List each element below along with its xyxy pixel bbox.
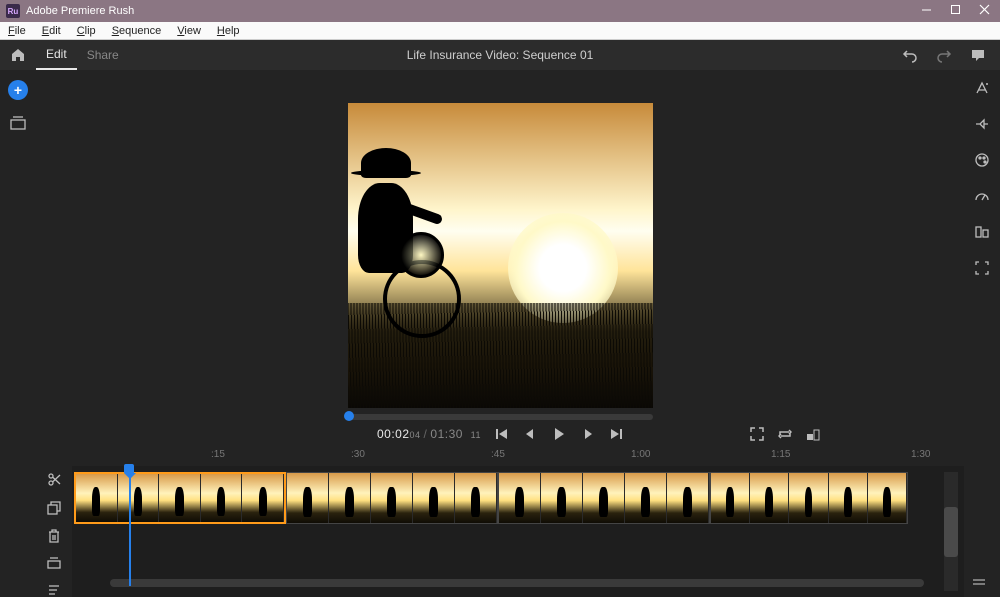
- scrollbar-thumb[interactable]: [944, 507, 958, 557]
- ruler-tick: 1:30: [911, 449, 930, 460]
- clip-thumbnail: [159, 474, 201, 522]
- menu-clip[interactable]: Clip: [69, 25, 104, 37]
- clip-thumbnail: [118, 474, 160, 522]
- clip-thumbnail: [201, 474, 243, 522]
- project-panel-icon[interactable]: [10, 116, 26, 130]
- timeline-ruler[interactable]: :15 :30 :45 1:00 1:15 1:30: [36, 446, 964, 466]
- center-panel: 00:0204/01:30 11: [36, 70, 964, 597]
- title-bar: Ru Adobe Premiere Rush: [0, 0, 1000, 22]
- timeline-clip[interactable]: [498, 472, 710, 524]
- clip-thumbnail: [750, 473, 789, 523]
- preview-progress[interactable]: [348, 414, 653, 420]
- ruler-tick: :45: [491, 449, 505, 460]
- clip-thumbnail: [455, 473, 497, 523]
- playback-controls: 00:0204/01:30 11: [180, 426, 820, 442]
- app-icon: Ru: [6, 4, 20, 18]
- clip-thumbnail: [789, 473, 828, 523]
- clip-thumbnail: [541, 473, 583, 523]
- loop-icon[interactable]: [778, 427, 792, 441]
- timecode: 00:0204/01:30 11: [377, 427, 481, 441]
- clip-thumbnail: [711, 473, 750, 523]
- minimize-button[interactable]: [921, 4, 932, 18]
- step-forward-icon[interactable]: [581, 427, 595, 441]
- menu-help[interactable]: Help: [209, 25, 248, 37]
- ruler-tick: 1:00: [631, 449, 650, 460]
- close-button[interactable]: [979, 4, 990, 18]
- timeline-tools: [36, 466, 72, 597]
- timeline-playhead[interactable]: [129, 466, 131, 586]
- go-to-end-icon[interactable]: [609, 427, 623, 441]
- timeline-scrollbar-horizontal[interactable]: [110, 579, 924, 587]
- preview-options: [750, 427, 820, 441]
- clip-thumbnail: [242, 474, 284, 522]
- fullscreen-icon[interactable]: [750, 427, 764, 441]
- clip-thumbnail: [371, 473, 413, 523]
- track-controls-icon[interactable]: [47, 583, 61, 597]
- timeline-area: [36, 466, 964, 597]
- clip-thumbnail: [583, 473, 625, 523]
- menu-file[interactable]: File: [0, 25, 34, 37]
- timeline-content[interactable]: [72, 466, 944, 597]
- clip-thumbnail: [499, 473, 541, 523]
- clip-thumbnail: [667, 473, 709, 523]
- undo-icon[interactable]: [902, 47, 918, 63]
- clip-thumbnail: [413, 473, 455, 523]
- playback-button-group: [495, 426, 623, 442]
- app-header: Edit Share Life Insurance Video: Sequenc…: [0, 40, 1000, 70]
- menu-bar: File Edit Clip Sequence View Help: [0, 22, 1000, 40]
- scissors-icon[interactable]: [47, 472, 62, 487]
- timeline-clip[interactable]: [710, 472, 908, 524]
- home-icon[interactable]: [0, 47, 36, 63]
- play-icon[interactable]: [551, 426, 567, 442]
- app-title: Adobe Premiere Rush: [26, 5, 921, 17]
- expand-tracks-icon[interactable]: [47, 557, 61, 569]
- add-media-button[interactable]: +: [8, 80, 28, 100]
- menu-view[interactable]: View: [169, 25, 209, 37]
- clip-thumbnail: [625, 473, 667, 523]
- tab-edit[interactable]: Edit: [36, 40, 77, 70]
- timeline-options-icon[interactable]: [972, 577, 986, 587]
- duplicate-icon[interactable]: [47, 501, 61, 515]
- timeline-clip[interactable]: [286, 472, 498, 524]
- ruler-tick: :15: [211, 449, 225, 460]
- clip-thumbnail: [329, 473, 371, 523]
- ruler-tick: 1:15: [771, 449, 790, 460]
- aspect-ratio-icon[interactable]: [806, 427, 820, 441]
- timeline-clip[interactable]: [74, 472, 286, 524]
- titles-icon[interactable]: [974, 80, 990, 96]
- clip-thumbnail: [287, 473, 329, 523]
- maximize-button[interactable]: [950, 4, 961, 18]
- transitions-icon[interactable]: [974, 116, 990, 132]
- transform-icon[interactable]: [974, 260, 990, 276]
- right-sidebar: [964, 70, 1000, 597]
- video-preview[interactable]: [348, 103, 653, 408]
- step-back-icon[interactable]: [523, 427, 537, 441]
- clip-thumbnail: [829, 473, 868, 523]
- comment-icon[interactable]: [970, 47, 986, 63]
- clips-row: [74, 472, 944, 524]
- ruler-tick: :30: [351, 449, 365, 460]
- header-tabs: Edit Share: [36, 40, 129, 70]
- speed-icon[interactable]: [974, 188, 990, 204]
- clip-thumbnail: [76, 474, 118, 522]
- left-sidebar: +: [0, 70, 36, 597]
- audio-icon[interactable]: [974, 224, 990, 240]
- progress-playhead[interactable]: [344, 411, 354, 421]
- timeline-scrollbar-vertical[interactable]: [944, 472, 958, 591]
- go-to-start-icon[interactable]: [495, 427, 509, 441]
- menu-sequence[interactable]: Sequence: [104, 25, 170, 37]
- color-icon[interactable]: [974, 152, 990, 168]
- preview-zone: 00:0204/01:30 11: [36, 70, 964, 446]
- header-right-controls: [902, 47, 1000, 63]
- main-area: + 00:0204/01:30 11: [0, 70, 1000, 597]
- window-controls: [921, 4, 990, 18]
- project-title: Life Insurance Video: Sequence 01: [407, 48, 594, 62]
- menu-edit[interactable]: Edit: [34, 25, 69, 37]
- redo-icon[interactable]: [936, 47, 952, 63]
- delete-icon[interactable]: [47, 529, 61, 543]
- clip-thumbnail: [868, 473, 907, 523]
- tab-share[interactable]: Share: [77, 40, 129, 70]
